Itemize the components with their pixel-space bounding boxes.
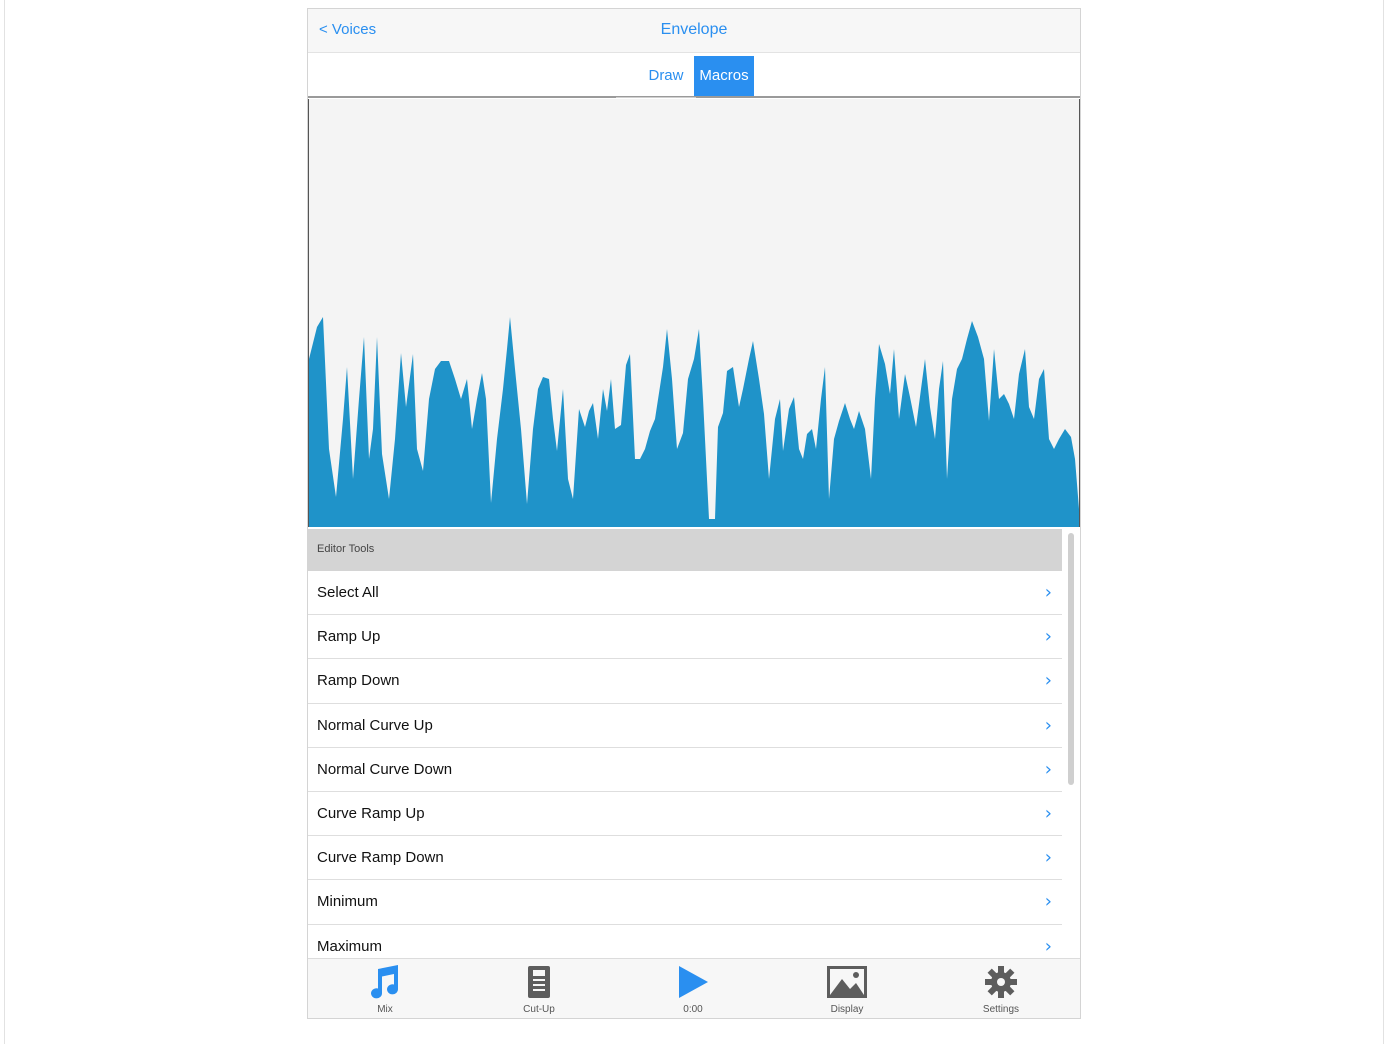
segment-divider xyxy=(616,97,696,98)
music-note-icon xyxy=(368,965,402,1006)
list-item-label: Curve Ramp Up xyxy=(317,804,425,822)
list-item-curve-ramp-up[interactable]: Curve Ramp Up › xyxy=(308,791,1062,837)
app-window: < Voices Envelope Draw Macros Editor Too… xyxy=(307,8,1081,1019)
envelope-waveform[interactable] xyxy=(309,99,1079,527)
tab-display[interactable]: Display xyxy=(770,959,924,1018)
tab-play[interactable]: 0:00 xyxy=(616,959,770,1018)
tab-label: Cut-Up xyxy=(523,1004,555,1015)
document-icon xyxy=(525,965,553,1004)
gear-icon xyxy=(984,965,1018,1004)
segmented-control: Draw Macros xyxy=(308,54,1080,98)
tab-bar: Mix Cut-Up 0:00 Display Settings xyxy=(308,958,1080,1018)
play-icon xyxy=(676,965,710,1004)
chevron-right-icon: › xyxy=(1044,758,1052,780)
list-item-minimum[interactable]: Minimum › xyxy=(308,880,1062,925)
chevron-right-icon: › xyxy=(1044,935,1052,957)
list-item-label: Normal Curve Down xyxy=(317,760,453,778)
tab-label: 0:00 xyxy=(683,1004,703,1015)
navigation-bar: < Voices Envelope xyxy=(308,9,1080,53)
page-title: Envelope xyxy=(660,21,728,38)
list-item-ramp-up[interactable]: Ramp Up › xyxy=(308,615,1062,660)
list-item-normal-curve-up[interactable]: Normal Curve Up › xyxy=(308,703,1062,748)
chevron-right-icon: › xyxy=(1044,714,1052,736)
list-item-curve-ramp-down[interactable]: Curve Ramp Down › xyxy=(308,836,1062,881)
list-item-label: Maximum xyxy=(317,937,383,955)
image-icon xyxy=(826,965,868,1004)
editor-tools-header: Editor Tools xyxy=(308,529,1062,571)
list-item-label: Select All xyxy=(317,584,379,601)
section-header-label: Editor Tools xyxy=(317,543,375,555)
chevron-right-icon: › xyxy=(1044,582,1052,603)
tab-label: Display xyxy=(830,1004,864,1015)
list-item-select-all[interactable]: Select All › xyxy=(308,571,1062,616)
list-item-label: Normal Curve Up xyxy=(317,716,433,734)
list-item-label: Ramp Up xyxy=(317,628,381,646)
list-item-ramp-down[interactable]: Ramp Down › xyxy=(308,659,1062,704)
list-scrollbar[interactable] xyxy=(1068,533,1074,785)
list-item-normal-curve-down[interactable]: Normal Curve Down › xyxy=(308,747,1062,792)
segment-macros[interactable]: Macros xyxy=(694,56,754,96)
list-item-label: Curve Ramp Down xyxy=(317,849,444,867)
tab-settings[interactable]: Settings xyxy=(924,959,1078,1018)
tab-label: Mix xyxy=(377,1004,393,1015)
chevron-right-icon: › xyxy=(1044,626,1052,648)
tab-label: Settings xyxy=(982,1004,1020,1015)
list-item-label: Ramp Down xyxy=(317,672,400,690)
chevron-right-icon: › xyxy=(1044,847,1052,869)
envelope-editor[interactable] xyxy=(308,99,1080,527)
chevron-right-icon: › xyxy=(1044,891,1052,913)
chevron-right-icon: › xyxy=(1044,670,1052,692)
editor-tools-list: Select All › Ramp Up › Ramp Down › Norma… xyxy=(308,571,1062,969)
tab-cut-up[interactable]: Cut-Up xyxy=(462,959,616,1018)
list-item-label: Minimum xyxy=(317,893,378,911)
envelope-waveform-shape xyxy=(309,317,1079,527)
chevron-right-icon: › xyxy=(1044,802,1052,824)
segment-draw[interactable]: Draw xyxy=(638,56,694,96)
tab-mix[interactable]: Mix xyxy=(308,959,462,1018)
